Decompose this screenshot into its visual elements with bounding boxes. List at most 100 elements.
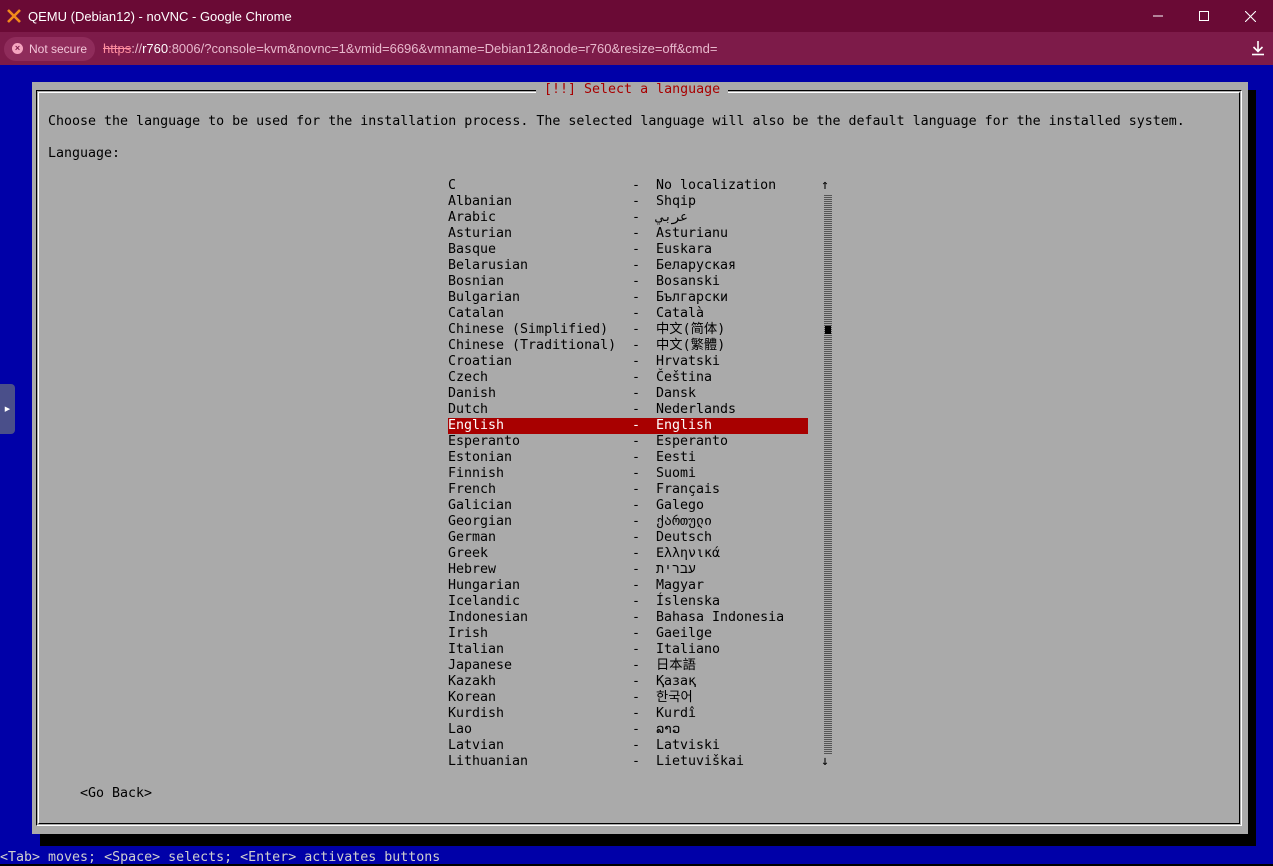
language-native-name: Čeština	[656, 370, 713, 385]
language-row[interactable]: Indonesian - Bahasa Indonesia	[448, 610, 808, 626]
language-name: Latvian	[448, 738, 505, 753]
language-row[interactable]: Lao - ລາວ	[448, 722, 808, 738]
language-row[interactable]: English - English	[448, 418, 808, 434]
language-name: Albanian	[448, 194, 513, 209]
language-separator: -	[632, 402, 641, 417]
scroll-down-icon[interactable]: ↓	[821, 754, 829, 770]
language-native-name: Galego	[656, 498, 705, 513]
scrollbar-track[interactable]	[824, 194, 832, 754]
language-list[interactable]: C - No localization Albanian - Shqip Arabic - عر…	[448, 178, 808, 770]
language-name: French	[448, 482, 497, 497]
language-native-name: Nederlands	[656, 402, 737, 417]
language-separator: -	[632, 578, 641, 593]
language-separator: -	[632, 210, 641, 225]
language-name: Irish	[448, 626, 489, 641]
language-row[interactable]: Catalan - Català	[448, 306, 808, 322]
language-row[interactable]: Basque - Euskara	[448, 242, 808, 258]
language-native-name: עברית	[656, 562, 696, 577]
language-name: Bulgarian	[448, 290, 521, 305]
language-row[interactable]: Czech - Čeština	[448, 370, 808, 386]
language-row[interactable]: French - Français	[448, 482, 808, 498]
download-icon[interactable]	[1247, 37, 1269, 59]
language-row[interactable]: Galician - Galego	[448, 498, 808, 514]
language-name: English	[448, 418, 505, 433]
prompt-text: Choose the language to be used for the i…	[48, 114, 1185, 129]
language-row[interactable]: Hebrew - עברית	[448, 562, 808, 578]
language-separator: -	[632, 370, 641, 385]
language-separator: -	[632, 754, 641, 769]
language-row[interactable]: Chinese (Traditional) - 中文(繁體)	[448, 338, 808, 354]
language-row[interactable]: Arabic - عربي	[448, 210, 808, 226]
language-row[interactable]: Finnish - Suomi	[448, 466, 808, 482]
language-row[interactable]: Italian - Italiano	[448, 642, 808, 658]
language-separator: -	[632, 178, 641, 193]
language-row[interactable]: Hungarian - Magyar	[448, 578, 808, 594]
language-row[interactable]: Georgian - ქართული	[448, 514, 808, 530]
language-row[interactable]: Kazakh - Қазақ	[448, 674, 808, 690]
language-row[interactable]: Danish - Dansk	[448, 386, 808, 402]
language-row[interactable]: Bosnian - Bosanski	[448, 274, 808, 290]
language-row[interactable]: Lithuanian - Lietuviškai	[448, 754, 808, 770]
proxmox-x-icon	[6, 8, 22, 24]
language-name: Galician	[448, 498, 513, 513]
language-native-name: Euskara	[656, 242, 713, 257]
url-field[interactable]: https://r760:8006/?console=kvm&novnc=1&v…	[103, 41, 717, 56]
language-separator: -	[632, 722, 641, 737]
language-separator: -	[632, 562, 641, 577]
maximize-button[interactable]	[1181, 0, 1227, 32]
not-secure-chip[interactable]: × Not secure	[4, 36, 96, 61]
language-row[interactable]: Greek - Ελληνικά	[448, 546, 808, 562]
language-name: Croatian	[448, 354, 513, 369]
list-scrollbar[interactable]: ↑ ↓	[821, 178, 832, 770]
language-row[interactable]: Belarusian - Беларуская	[448, 258, 808, 274]
language-name: Catalan	[448, 306, 505, 321]
language-native-name: 日本語	[656, 658, 696, 673]
language-native-name: 中文(繁體)	[656, 338, 726, 353]
language-row[interactable]: Asturian - Asturianu	[448, 226, 808, 242]
language-row[interactable]: Latvian - Latviski	[448, 738, 808, 754]
language-native-name: Shqip	[656, 194, 697, 209]
language-row[interactable]: Croatian - Hrvatski	[448, 354, 808, 370]
language-name: Georgian	[448, 514, 513, 529]
language-name: Lithuanian	[448, 754, 529, 769]
expand-arrow-icon[interactable]: ▶	[0, 384, 15, 434]
language-row[interactable]: Korean - 한국어	[448, 690, 808, 706]
scroll-up-icon[interactable]: ↑	[821, 178, 829, 194]
language-row[interactable]: Albanian - Shqip	[448, 194, 808, 210]
language-row[interactable]: C - No localization	[448, 178, 808, 194]
language-row[interactable]: Esperanto - Esperanto	[448, 434, 808, 450]
language-native-name: Hrvatski	[656, 354, 721, 369]
language-row[interactable]: Irish - Gaeilge	[448, 626, 808, 642]
language-row[interactable]: Bulgarian - Български	[448, 290, 808, 306]
language-row[interactable]: Japanese - 日本語	[448, 658, 808, 674]
go-back-button[interactable]: <Go Back>	[80, 786, 152, 802]
language-row[interactable]: Chinese (Simplified) - 中文(简体)	[448, 322, 808, 338]
minimize-button[interactable]	[1135, 0, 1181, 32]
language-native-name: Lietuviškai	[656, 754, 745, 769]
language-separator: -	[632, 338, 641, 353]
language-name: Arabic	[448, 210, 497, 225]
language-row[interactable]: Dutch - Nederlands	[448, 402, 808, 418]
language-separator: -	[632, 498, 641, 513]
window-titlebar: QEMU (Debian12) - noVNC - Google Chrome	[0, 0, 1273, 32]
language-name: Japanese	[448, 658, 513, 673]
language-row[interactable]: Icelandic - Íslenska	[448, 594, 808, 610]
language-name: Indonesian	[448, 610, 529, 625]
language-native-name: Italiano	[656, 642, 721, 657]
language-native-name: No localization	[656, 178, 777, 193]
language-name: Icelandic	[448, 594, 521, 609]
language-row[interactable]: Estonian - Eesti	[448, 450, 808, 466]
language-separator: -	[632, 530, 641, 545]
close-button[interactable]	[1227, 0, 1273, 32]
not-secure-icon: ×	[12, 43, 23, 54]
language-row[interactable]: Kurdish - Kurdî	[448, 706, 808, 722]
language-name: Lao	[448, 722, 473, 737]
language-name: German	[448, 530, 497, 545]
language-separator: -	[632, 674, 641, 689]
language-separator: -	[632, 658, 641, 673]
language-row[interactable]: German - Deutsch	[448, 530, 808, 546]
scrollbar-thumb[interactable]	[825, 326, 831, 334]
language-native-name: Қазақ	[656, 674, 697, 689]
language-native-name: Français	[656, 482, 721, 497]
language-native-name: Asturianu	[656, 226, 729, 241]
